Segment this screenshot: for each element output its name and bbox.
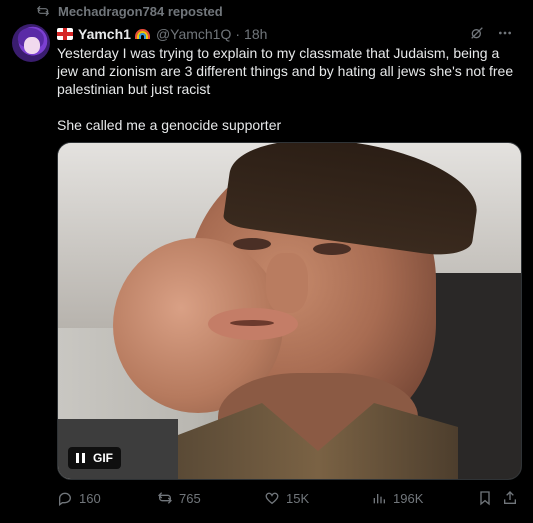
more-icon[interactable]	[497, 25, 513, 45]
repost-button[interactable]: 765	[157, 490, 201, 506]
reply-icon	[59, 492, 71, 506]
repost-label: Mechadragon784 reposted	[58, 3, 223, 19]
grok-icon[interactable]	[469, 25, 485, 45]
like-button[interactable]: 15K	[264, 490, 309, 506]
heart-icon	[265, 492, 279, 505]
handle[interactable]: @Yamch1Q	[156, 26, 231, 42]
share-button[interactable]	[502, 490, 518, 506]
england-flag-icon	[57, 28, 73, 40]
bookmark-button[interactable]	[477, 490, 493, 506]
reply-count: 160	[79, 490, 101, 506]
display-name[interactable]: Yamch1	[78, 26, 131, 42]
reply-button[interactable]: 160	[57, 490, 101, 506]
gif-label: GIF	[93, 451, 113, 465]
repost-context[interactable]: Mechadragon784 reposted	[36, 3, 223, 19]
action-bar: 160 765 15K 196K	[57, 488, 520, 508]
tweet-header: Yamch1 @Yamch1Q · 18h	[57, 25, 513, 43]
like-count: 15K	[286, 490, 310, 506]
bookmark-icon	[480, 491, 490, 506]
views-icon	[373, 494, 385, 504]
share-icon	[504, 491, 516, 504]
gif-badge[interactable]: GIF	[68, 447, 121, 469]
separator: ·	[235, 26, 241, 42]
avatar[interactable]	[12, 24, 50, 62]
repost-action-icon	[158, 492, 172, 504]
tweet-media-gif[interactable]: GIF	[57, 142, 522, 480]
repost-icon	[36, 5, 50, 17]
views-count: 196K	[393, 490, 424, 506]
views-button[interactable]: 196K	[371, 490, 423, 506]
rainbow-icon	[134, 29, 150, 39]
pause-icon[interactable]	[76, 453, 85, 463]
tweet-text: Yesterday I was trying to explain to my …	[57, 45, 514, 133]
timestamp[interactable]: 18h	[244, 26, 267, 42]
repost-count: 765	[179, 490, 201, 506]
